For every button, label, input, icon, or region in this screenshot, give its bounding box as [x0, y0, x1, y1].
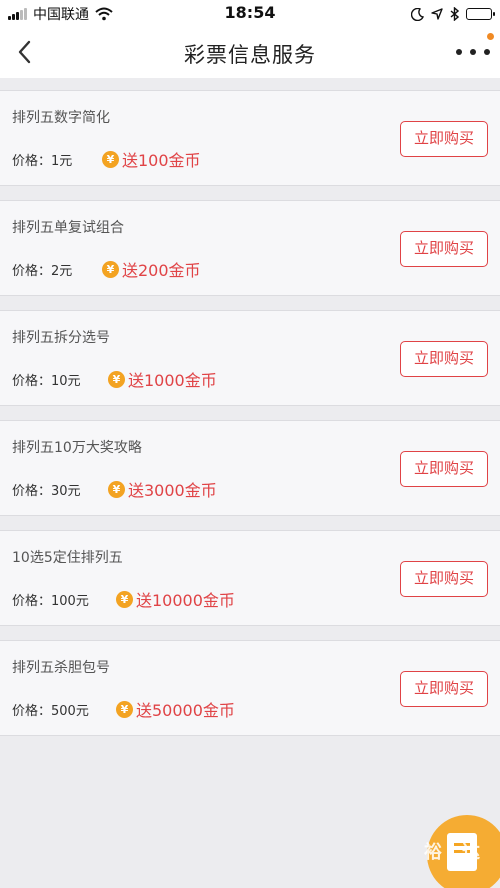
service-list: 排列五数字简化 价格： 1元 ¥ 送100金币 立即购买 排列五单复试组合 价格… [0, 90, 500, 750]
price-label: 价格： [12, 263, 52, 279]
battery-icon [466, 8, 495, 20]
gift-info: ¥ 送1000金币 [108, 368, 217, 390]
service-card: 10选5定住排列五 价格： 100元 ¥ 送10000金币 立即购买 [0, 530, 500, 626]
service-title: 10选5定住排列五 [12, 550, 123, 566]
gift-label: 送100金币 [122, 151, 201, 170]
price-row: 价格： 10元 [12, 368, 81, 390]
price-row: 价格： 2元 [12, 258, 72, 280]
price-label: 价格： [12, 593, 52, 609]
gift-info: ¥ 送200金币 [102, 258, 201, 280]
gift-label: 送50000金币 [136, 701, 235, 720]
buy-now-button[interactable]: 立即购买 [400, 341, 488, 377]
gift-info: ¥ 送50000金币 [116, 698, 235, 720]
service-title: 排列五拆分选号 [12, 330, 110, 346]
price-row: 价格： 1元 [12, 148, 72, 170]
gift-label: 送200金币 [122, 261, 201, 280]
service-card: 排列五杀胆包号 价格： 500元 ¥ 送50000金币 立即购买 [0, 640, 500, 736]
buy-now-button[interactable]: 立即购买 [400, 671, 488, 707]
watermark-logo: 裕达 [424, 842, 500, 863]
buy-now-button[interactable]: 立即购买 [400, 231, 488, 267]
coin-icon: ¥ [108, 370, 125, 388]
service-card: 排列五数字简化 价格： 1元 ¥ 送100金币 立即购买 [0, 90, 500, 186]
buy-now-button[interactable]: 立即购买 [400, 121, 488, 157]
price-row: 价格： 100元 [12, 588, 89, 610]
coin-icon: ¥ [102, 260, 119, 278]
gift-info: ¥ 送10000金币 [116, 588, 235, 610]
buy-now-button[interactable]: 立即购买 [400, 451, 488, 487]
gift-info: ¥ 送3000金币 [108, 478, 217, 500]
price-value: 100元 [51, 593, 89, 609]
service-card: 排列五单复试组合 价格： 2元 ¥ 送200金币 立即购买 [0, 200, 500, 296]
more-options-icon[interactable] [456, 42, 490, 62]
gift-label: 送1000金币 [128, 371, 217, 390]
coin-icon: ¥ [116, 590, 133, 608]
service-title: 排列五10万大奖攻略 [12, 440, 142, 456]
price-value: 30元 [51, 483, 81, 499]
gift-label: 送10000金币 [136, 591, 235, 610]
price-label: 价格： [12, 483, 52, 499]
service-card: 排列五拆分选号 价格： 10元 ¥ 送1000金币 立即购买 [0, 310, 500, 406]
price-label: 价格： [12, 153, 52, 169]
gift-label: 送3000金币 [128, 481, 217, 500]
price-row: 价格： 500元 [12, 698, 89, 720]
bluetooth-icon [450, 7, 459, 21]
price-value: 500元 [51, 703, 89, 719]
service-title: 排列五杀胆包号 [12, 660, 110, 676]
navigation-bar: 彩票信息服务 [0, 28, 500, 78]
price-label: 价格： [12, 703, 52, 719]
coin-icon: ¥ [108, 480, 125, 498]
price-value: 10元 [51, 373, 81, 389]
price-value: 2元 [51, 263, 73, 279]
coin-icon: ¥ [116, 700, 133, 718]
price-value: 1元 [51, 153, 73, 169]
service-title: 排列五数字简化 [12, 110, 110, 126]
location-arrow-icon [431, 8, 443, 20]
gift-info: ¥ 送100金币 [102, 148, 201, 170]
service-title: 排列五单复试组合 [12, 220, 124, 236]
moon-icon [411, 7, 424, 21]
status-bar: 中国联通 18:54 [0, 0, 500, 28]
service-card: 排列五10万大奖攻略 价格： 30元 ¥ 送3000金币 立即购买 [0, 420, 500, 516]
price-row: 价格： 30元 [12, 478, 81, 500]
page-title: 彩票信息服务 [184, 43, 316, 67]
buy-now-button[interactable]: 立即购买 [400, 561, 488, 597]
status-right [404, 5, 495, 23]
notification-dot [487, 33, 494, 40]
coin-icon: ¥ [102, 150, 119, 168]
price-label: 价格： [12, 373, 52, 389]
